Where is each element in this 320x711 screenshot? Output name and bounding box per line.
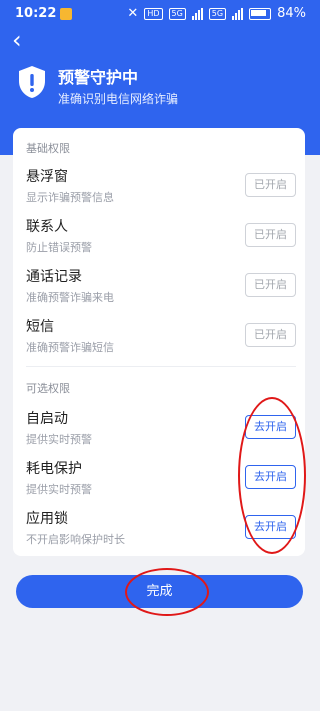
permission-name: 短信 bbox=[26, 319, 54, 335]
permission-name: 悬浮窗 bbox=[26, 169, 68, 185]
permission-desc: 提供实时预警 bbox=[26, 433, 92, 446]
battery-percent: 84% bbox=[277, 6, 306, 21]
page-subtitle: 准确识别电信网络诈骗 bbox=[58, 92, 179, 106]
permission-desc: 准确预警诈骗来电 bbox=[26, 291, 114, 304]
permission-name: 联系人 bbox=[26, 219, 68, 235]
enabled-button[interactable]: 已开启 bbox=[245, 173, 296, 197]
basic-permissions-title: 基础权限 bbox=[26, 142, 70, 155]
page-title: 预警守护中 bbox=[58, 68, 139, 87]
permission-name: 耗电保护 bbox=[26, 461, 82, 477]
permission-desc: 提供实时预警 bbox=[26, 483, 92, 496]
permission-row-contacts: 联系人 防止错误预警 已开启 bbox=[26, 216, 296, 256]
enabled-button[interactable]: 已开启 bbox=[245, 223, 296, 247]
network-5g-icon: 5G bbox=[168, 7, 186, 20]
permission-row-call-log: 通话记录 准确预警诈骗来电 已开启 bbox=[26, 266, 296, 306]
permission-row-sms: 短信 准确预警诈骗短信 已开启 bbox=[26, 316, 296, 356]
status-bar: 10:22 ✕ HD 5G 5G 84% bbox=[0, 0, 320, 30]
permission-name: 自启动 bbox=[26, 411, 68, 427]
permission-desc: 不开启影响保护时长 bbox=[26, 533, 125, 546]
section-divider bbox=[26, 366, 296, 367]
enabled-button[interactable]: 已开启 bbox=[245, 323, 296, 347]
permission-desc: 防止错误预警 bbox=[26, 241, 92, 254]
annotation-circle-buttons bbox=[238, 397, 306, 554]
bottom-safe-area bbox=[0, 689, 320, 711]
hd-icon: HD bbox=[144, 7, 163, 20]
annotation-circle-done bbox=[125, 568, 209, 616]
permission-name: 应用锁 bbox=[26, 511, 68, 527]
signal-icon-2 bbox=[232, 7, 244, 20]
network-5g-icon-2: 5G bbox=[208, 7, 227, 20]
optional-permissions-title: 可选权限 bbox=[26, 382, 70, 395]
status-time: 10:22 bbox=[15, 6, 57, 21]
mute-icon: ✕ bbox=[127, 6, 139, 21]
signal-icon bbox=[191, 7, 203, 20]
permission-row-floating-window: 悬浮窗 显示诈骗预警信息 已开启 bbox=[26, 166, 296, 206]
enabled-button[interactable]: 已开启 bbox=[245, 273, 296, 297]
permission-desc: 显示诈骗预警信息 bbox=[26, 191, 114, 204]
permission-name: 通话记录 bbox=[26, 269, 82, 285]
back-icon[interactable]: ‹ bbox=[12, 28, 34, 52]
battery-icon bbox=[249, 7, 272, 20]
shield-icon bbox=[19, 66, 45, 98]
notification-icon bbox=[60, 8, 72, 20]
permission-desc: 准确预警诈骗短信 bbox=[26, 341, 114, 354]
